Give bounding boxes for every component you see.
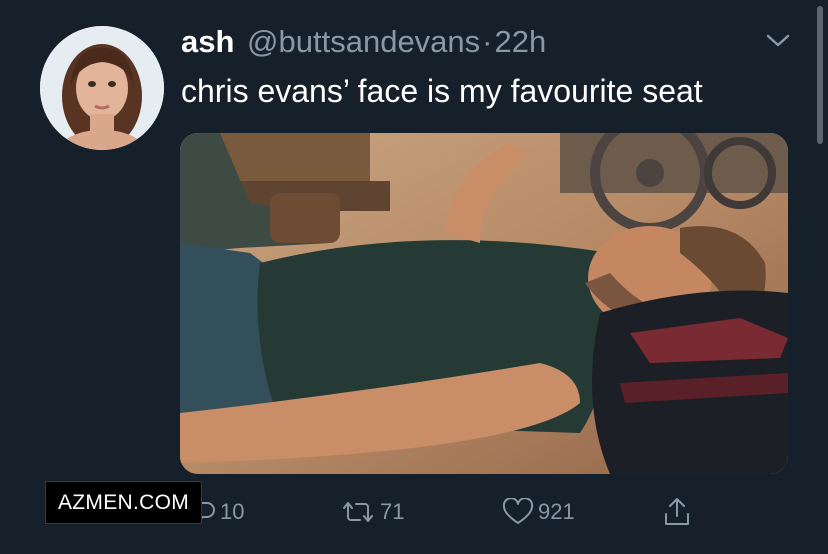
retweet-button[interactable]: 71 (340, 492, 404, 532)
retweet-icon (343, 502, 373, 522)
user-handle[interactable]: @buttsandevans (247, 24, 480, 59)
avatar[interactable] (40, 26, 164, 150)
tweet: ash @buttsandevans·22h chris evans’ face… (0, 0, 828, 554)
tweet-header: ash @buttsandevans·22h (181, 22, 546, 62)
share-icon (665, 498, 689, 525)
separator-dot: · (482, 24, 493, 59)
like-count: 921 (538, 499, 575, 524)
chevron-down-icon[interactable] (764, 30, 792, 52)
like-button[interactable]: 921 (502, 492, 575, 532)
reply-count: 10 (220, 499, 245, 524)
timestamp[interactable]: 22h (495, 24, 547, 59)
watermark-label: AZMEN.COM (45, 481, 202, 524)
media-photo (180, 133, 788, 474)
heart-icon (502, 498, 534, 524)
avatar-image (40, 26, 164, 150)
share-button[interactable] (662, 492, 696, 532)
scrollbar[interactable] (817, 6, 823, 144)
tweet-media[interactable] (180, 133, 788, 474)
display-name[interactable]: ash (181, 24, 234, 59)
retweet-count: 71 (380, 499, 405, 524)
tweet-text: chris evans’ face is my favourite seat (181, 73, 703, 109)
